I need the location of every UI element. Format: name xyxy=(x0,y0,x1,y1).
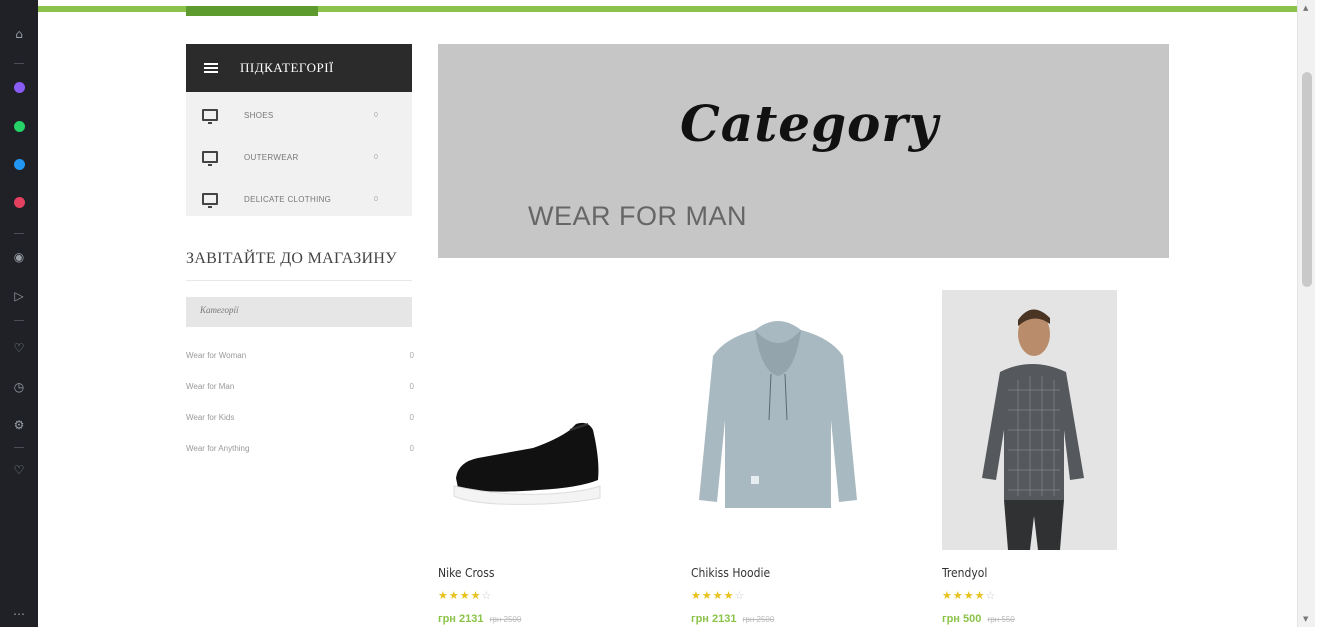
home-icon[interactable]: ⌂ xyxy=(12,27,26,41)
category-label: Wear for Woman xyxy=(186,351,247,360)
menu-icon xyxy=(204,63,218,73)
scroll-down-icon[interactable]: ▼ xyxy=(1303,615,1308,623)
rail-divider xyxy=(14,320,24,321)
rail-divider xyxy=(14,233,24,234)
scroll-up-icon[interactable]: ▲ xyxy=(1303,4,1308,12)
visit-shop-title: ЗАВІТАЙТЕ ДО МАГАЗИНУ xyxy=(186,250,397,267)
category-count: 0 xyxy=(409,413,414,422)
telegram-icon[interactable] xyxy=(12,157,26,171)
more-icon[interactable]: … xyxy=(12,604,26,618)
category-count: 0 xyxy=(409,382,414,391)
product-rating: ★★★★☆ xyxy=(942,589,997,602)
history-icon[interactable]: ◷ xyxy=(12,380,26,394)
old-price: грн 2500 xyxy=(742,615,775,624)
product-image-hoodie[interactable] xyxy=(691,290,866,550)
player-icon[interactable]: ◉ xyxy=(12,250,26,264)
category-label: Wear for Kids xyxy=(186,413,235,422)
divider xyxy=(186,280,412,281)
category-label: Wear for Anything xyxy=(186,444,250,453)
old-price: грн 2500 xyxy=(489,615,522,624)
subcategory-count: 0 xyxy=(374,111,378,119)
product-rating: ★★★★☆ xyxy=(438,589,493,602)
category-label: Wear for Man xyxy=(186,382,235,391)
product-image-shirt[interactable] xyxy=(942,290,1117,550)
monitor-icon xyxy=(202,109,218,124)
current-price: грн 500 xyxy=(942,613,982,625)
settings-icon[interactable]: ⚙ xyxy=(12,418,26,432)
subcategory-count: 0 xyxy=(374,153,378,161)
monitor-icon xyxy=(202,193,218,208)
scrollbar-thumb[interactable] xyxy=(1302,72,1312,287)
product-name[interactable]: Nike Cross xyxy=(438,566,495,580)
heart-icon[interactable]: ♡ xyxy=(12,341,26,355)
whatsapp-icon[interactable] xyxy=(12,119,26,133)
page-scrollbar[interactable]: ▲ ▼ xyxy=(1297,0,1315,627)
category-count: 0 xyxy=(409,444,414,453)
banner-subtitle: WEAR FOR MAN xyxy=(528,201,747,231)
banner-title: Category xyxy=(680,94,939,153)
category-link[interactable]: Wear for Woman 0 xyxy=(186,340,416,371)
messenger-icon[interactable] xyxy=(12,80,26,94)
subcategories-title: ПІДКАТЕГОРІЇ xyxy=(240,60,334,75)
subcategory-item[interactable]: SHOES 0 xyxy=(186,96,412,134)
category-list: Wear for Woman 0 Wear for Man 0 Wear for… xyxy=(186,340,416,464)
web-page: ПІДКАТЕГОРІЇ SHOES 0 OUTERWEAR 0 DELICAT… xyxy=(38,0,1315,627)
subcategory-count: 0 xyxy=(374,195,378,203)
extension-icon[interactable]: ♡ xyxy=(12,463,26,477)
subcategories-list: SHOES 0 OUTERWEAR 0 DELICATE CLOTHING 0 xyxy=(186,92,412,216)
subcategory-item[interactable]: OUTERWEAR 0 xyxy=(186,138,412,176)
product-price: грн 2131 грн 2500 xyxy=(438,613,521,625)
send-icon[interactable]: ▷ xyxy=(12,289,26,303)
rail-divider xyxy=(14,63,24,64)
instagram-icon[interactable] xyxy=(12,195,26,209)
subcategory-label: SHOES xyxy=(244,110,274,120)
category-count: 0 xyxy=(409,351,414,360)
product-rating: ★★★★☆ xyxy=(691,589,746,602)
category-link[interactable]: Wear for Kids 0 xyxy=(186,402,416,433)
product-name[interactable]: Trendyol xyxy=(942,566,987,580)
subcategory-label: OUTERWEAR xyxy=(244,152,299,162)
category-link[interactable]: Wear for Anything 0 xyxy=(186,433,416,464)
category-banner: Category WEAR FOR MAN xyxy=(438,44,1169,258)
old-price: грн 550 xyxy=(987,615,1015,624)
categories-heading: Категорії xyxy=(186,297,412,327)
product-price: грн 2131 грн 2500 xyxy=(691,613,774,625)
subcategories-header: ПІДКАТЕГОРІЇ xyxy=(186,44,412,92)
rail-divider xyxy=(14,447,24,448)
product-name[interactable]: Chikiss Hoodie xyxy=(691,566,770,580)
subcategory-label: DELICATE CLOTHING xyxy=(244,194,332,204)
product-image-sneaker[interactable] xyxy=(438,290,613,550)
product-price: грн 500 грн 550 xyxy=(942,613,1015,625)
monitor-icon xyxy=(202,151,218,166)
browser-sidebar: ⌂ ◉ ▷ ♡ ◷ ⚙ ♡ … xyxy=(0,0,38,627)
current-price: грн 2131 xyxy=(691,613,737,625)
category-link[interactable]: Wear for Man 0 xyxy=(186,371,416,402)
nav-active-tab[interactable] xyxy=(186,6,318,16)
top-nav-bar xyxy=(38,0,1315,16)
subcategory-item[interactable]: DELICATE CLOTHING 0 xyxy=(186,180,412,218)
current-price: грн 2131 xyxy=(438,613,484,625)
